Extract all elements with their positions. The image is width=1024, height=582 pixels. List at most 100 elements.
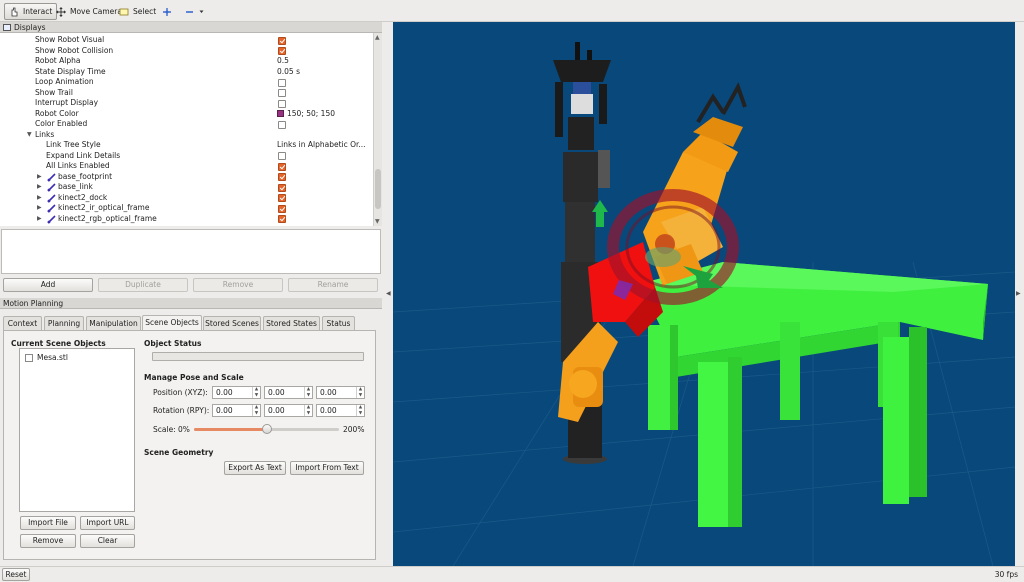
tab-manipulation[interactable]: Manipulation: [86, 316, 141, 330]
spin-arrows-icon[interactable]: ▲ ▼: [304, 387, 312, 398]
color-enabled-checkbox[interactable]: [278, 120, 286, 129]
kinect2-ir-optical-frame-checkbox[interactable]: [278, 204, 286, 213]
loop-animation-checkbox[interactable]: [278, 78, 286, 87]
show-trail-checkbox[interactable]: [278, 89, 286, 97]
robot-alpha-value[interactable]: 0.5: [277, 56, 289, 67]
position-z-value: 0.00: [320, 388, 337, 397]
tree-row-show-robot-collision[interactable]: Show Robot Collision: [0, 46, 373, 57]
position-x-value: 0.00: [216, 388, 233, 397]
scroll-up-icon[interactable]: ▲: [375, 34, 380, 41]
tree-row-show-robot-visual[interactable]: Show Robot Visual: [0, 35, 373, 46]
tree-row-interrupt-display[interactable]: Interrupt Display: [0, 98, 373, 109]
tab-planning[interactable]: Planning: [44, 316, 84, 330]
collapsed-arrow-icon[interactable]: ▶: [37, 182, 42, 193]
position-x-input[interactable]: 0.00 ▲ ▼: [212, 386, 261, 399]
scrollbar-thumb[interactable]: [375, 169, 381, 209]
rotation-label: Rotation (RPY):: [153, 406, 210, 415]
tree-row-link-tree-style[interactable]: Link Tree Style Links in Alphabetic Or..…: [0, 140, 373, 151]
collapse-right-icon[interactable]: ▶: [1016, 290, 1021, 297]
tree-row-base-footprint[interactable]: ▶ base_footprint: [0, 172, 373, 183]
tree-row-color-enabled[interactable]: Color Enabled: [0, 119, 373, 130]
base-footprint-checkbox[interactable]: [278, 173, 286, 181]
import-from-text-button[interactable]: Import From Text: [290, 461, 364, 475]
position-y-input[interactable]: 0.00 ▲ ▼: [264, 386, 313, 399]
tab-context[interactable]: Context: [3, 316, 42, 330]
position-z-input[interactable]: 0.00 ▲ ▼: [316, 386, 365, 399]
tree-row-all-links-enabled[interactable]: All Links Enabled: [0, 161, 373, 172]
spin-arrows-icon[interactable]: ▲ ▼: [252, 387, 260, 398]
duplicate-display-button[interactable]: Duplicate: [98, 278, 188, 292]
focus-camera-button[interactable]: [158, 3, 176, 20]
right-panel-edge[interactable]: ▶: [1015, 22, 1024, 566]
scene-objects-list[interactable]: Mesa.stl: [19, 348, 135, 512]
show-robot-visual-checkbox[interactable]: [278, 36, 286, 45]
row-label: base_footprint: [58, 171, 113, 181]
collapse-left-icon[interactable]: ◀: [386, 290, 391, 297]
tree-row-kinect2-ir-optical-frame[interactable]: ▶ kinect2_ir_optical_frame: [0, 203, 373, 214]
select-tool-button[interactable]: Select: [115, 3, 160, 20]
add-display-button[interactable]: Add: [3, 278, 93, 292]
import-url-button[interactable]: Import URL: [80, 516, 135, 530]
motion-planning-panel-title: Motion Planning: [0, 298, 382, 309]
tab-status[interactable]: Status: [322, 316, 355, 330]
reset-button[interactable]: Reset: [2, 568, 30, 581]
expanded-arrow-icon[interactable]: ▼: [27, 130, 32, 141]
kinect2-dock-checkbox[interactable]: [278, 194, 286, 202]
panel-splitter[interactable]: ◀: [384, 22, 393, 566]
collapsed-arrow-icon[interactable]: ▶: [37, 172, 42, 183]
tree-row-kinect2-rgb-optical-frame[interactable]: ▶ kinect2_rgb_optical_frame: [0, 214, 373, 225]
tab-scene-objects[interactable]: Scene Objects: [142, 315, 202, 330]
spin-arrows-icon[interactable]: ▲ ▼: [304, 405, 312, 416]
displays-scrollbar[interactable]: ▲ ▼: [373, 33, 382, 226]
tree-row-state-display-time[interactable]: State Display Time 0.05 s: [0, 67, 373, 78]
rename-display-button[interactable]: Rename: [288, 278, 378, 292]
tree-row-kinect2-dock[interactable]: ▶ kinect2_dock: [0, 193, 373, 204]
3d-viewport[interactable]: [393, 22, 1015, 566]
clear-objects-button[interactable]: Clear: [80, 534, 135, 548]
base-link-checkbox[interactable]: [278, 183, 286, 192]
export-as-text-button[interactable]: Export As Text: [224, 461, 286, 475]
interrupt-display-checkbox[interactable]: [278, 99, 286, 108]
link-icon: [47, 214, 56, 224]
tree-row-show-trail[interactable]: Show Trail: [0, 88, 373, 99]
rotation-r-input[interactable]: 0.00 ▲ ▼: [212, 404, 261, 417]
tab-stored-scenes[interactable]: Stored Scenes: [203, 316, 261, 330]
rotation-p-input[interactable]: 0.00 ▲ ▼: [264, 404, 313, 417]
mesa-object-checkbox[interactable]: [25, 354, 33, 362]
expand-link-details-checkbox[interactable]: [278, 152, 286, 160]
scale-slider[interactable]: [194, 424, 339, 434]
collapsed-arrow-icon[interactable]: ▶: [37, 193, 42, 204]
tree-row-robot-alpha[interactable]: Robot Alpha 0.5: [0, 56, 373, 67]
tree-row-robot-color[interactable]: Robot Color 150; 50; 150: [0, 109, 373, 120]
link-tree-style-value[interactable]: Links in Alphabetic Or...: [277, 140, 366, 151]
row-label: State Display Time: [35, 66, 106, 76]
scroll-down-icon[interactable]: ▼: [375, 218, 380, 225]
row-label: kinect2_ir_optical_frame: [58, 203, 150, 212]
show-robot-collision-checkbox[interactable]: [278, 47, 286, 55]
spin-arrows-icon[interactable]: ▲ ▼: [356, 405, 364, 416]
scene-render[interactable]: [393, 22, 1015, 566]
tool-dropdown-button[interactable]: [181, 3, 208, 20]
row-label: Interrupt Display: [35, 98, 99, 107]
displays-tree[interactable]: Show Robot Visual Show Robot Collision R…: [0, 33, 373, 226]
kinect2-rgb-optical-frame-checkbox[interactable]: [278, 215, 286, 223]
collapsed-arrow-icon[interactable]: ▶: [37, 203, 42, 214]
tree-row-base-link[interactable]: ▶ base_link: [0, 182, 373, 193]
tree-row-links[interactable]: ▼ Links: [0, 130, 373, 141]
tree-row-expand-link-details[interactable]: Expand Link Details: [0, 151, 373, 162]
remove-object-button[interactable]: Remove: [20, 534, 76, 548]
tree-row-loop-animation[interactable]: Loop Animation: [0, 77, 373, 88]
spin-arrows-icon[interactable]: ▲ ▼: [252, 405, 260, 416]
position-label: Position (XYZ):: [153, 388, 208, 397]
rotation-y-input[interactable]: 0.00 ▲ ▼: [316, 404, 365, 417]
collapsed-arrow-icon[interactable]: ▶: [37, 214, 42, 225]
scale-slider-handle[interactable]: [261, 424, 272, 434]
tab-stored-states[interactable]: Stored States: [263, 316, 320, 330]
state-display-time-value[interactable]: 0.05 s: [277, 67, 300, 78]
interact-tool-button[interactable]: Interact: [4, 3, 58, 20]
import-file-button[interactable]: Import File: [20, 516, 76, 530]
robot-color-value[interactable]: 150; 50; 150: [277, 109, 335, 120]
remove-display-button[interactable]: Remove: [193, 278, 283, 292]
spin-arrows-icon[interactable]: ▲ ▼: [356, 387, 364, 398]
all-links-enabled-checkbox[interactable]: [278, 162, 286, 171]
